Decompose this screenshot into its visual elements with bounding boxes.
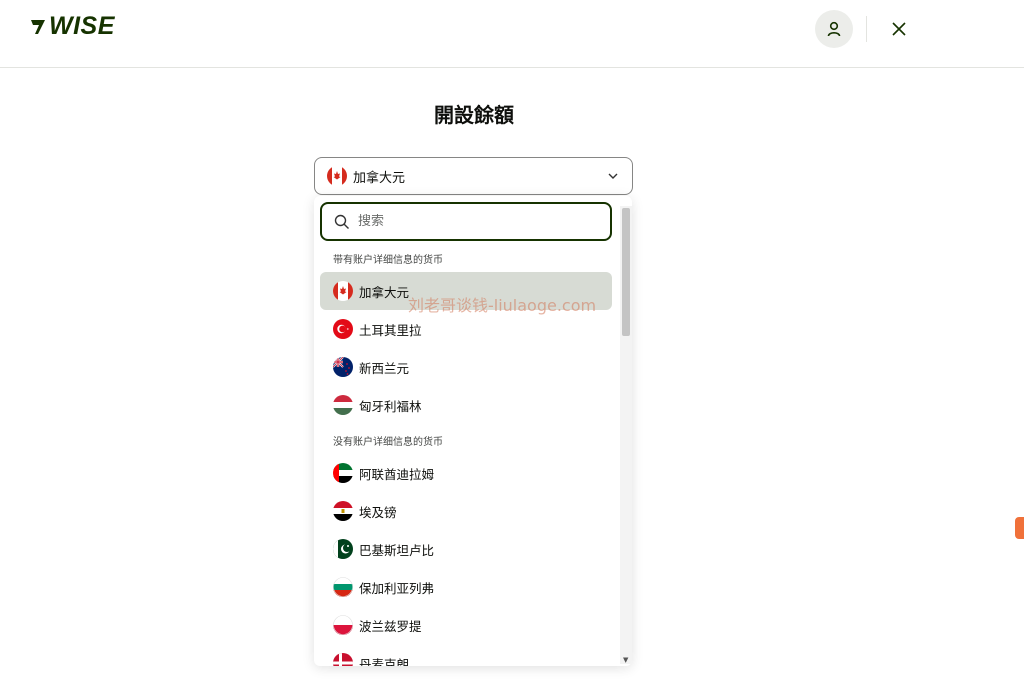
- logo-text: WISE: [49, 12, 115, 40]
- flag-egypt-icon: [333, 501, 353, 521]
- flag-turkey-icon: [333, 319, 353, 339]
- dropdown-scrollbar[interactable]: ▼: [620, 206, 632, 664]
- header-divider: [866, 16, 867, 42]
- currency-option-label: 匈牙利福林: [359, 398, 422, 414]
- group-label-without-details: 没有账户详细信息的货币: [333, 437, 443, 448]
- account-button[interactable]: [815, 10, 853, 48]
- flag-uae-icon: [333, 463, 353, 483]
- flag-poland-icon: [333, 615, 353, 635]
- currency-option-label: 土耳其里拉: [359, 322, 422, 338]
- flag-bulgaria-icon: [333, 577, 353, 597]
- currency-dropdown-panel: 带有账户详细信息的货币 加拿大元 土耳其里拉: [314, 196, 632, 666]
- currency-option-dkk[interactable]: 丹麦克朗: [320, 644, 612, 666]
- search-field[interactable]: [320, 202, 612, 241]
- chevron-down-icon: [608, 173, 618, 179]
- currency-select[interactable]: 加拿大元: [314, 157, 633, 195]
- scroll-down-arrow-icon[interactable]: ▼: [623, 656, 628, 664]
- currency-option-label: 阿联酋迪拉姆: [359, 466, 435, 482]
- currency-option-pkr[interactable]: 巴基斯坦卢比: [320, 530, 612, 568]
- flag-canada-icon: [327, 166, 347, 186]
- search-icon: [334, 214, 349, 229]
- currency-option-pln[interactable]: 波兰兹罗提: [320, 606, 612, 644]
- currency-option-nzd[interactable]: 新西兰元: [320, 348, 612, 386]
- group-label-with-details: 带有账户详细信息的货币: [333, 255, 443, 266]
- flag-denmark-icon: [333, 653, 353, 666]
- currency-option-egp[interactable]: 埃及镑: [320, 492, 612, 530]
- currency-option-label: 丹麦克朗: [359, 656, 410, 667]
- currency-option-aed[interactable]: 阿联酋迪拉姆: [320, 454, 612, 492]
- page-title: 開設餘額: [434, 103, 514, 127]
- flag-new-zealand-icon: [333, 357, 353, 377]
- search-input[interactable]: [358, 214, 578, 229]
- flag-pakistan-icon: [333, 539, 353, 559]
- currency-option-label: 保加利亚列弗: [359, 580, 435, 596]
- currency-select-value: 加拿大元: [353, 170, 406, 186]
- close-button[interactable]: [887, 17, 911, 41]
- scrollbar-thumb[interactable]: [622, 208, 630, 336]
- wise-flag-icon: [31, 19, 45, 34]
- person-icon: [827, 21, 841, 37]
- flag-hungary-icon: [333, 395, 353, 415]
- side-feedback-tab[interactable]: [1015, 517, 1024, 539]
- currency-option-label: 埃及镑: [359, 504, 397, 520]
- currency-option-label: 新西兰元: [359, 360, 410, 376]
- currency-option-label: 巴基斯坦卢比: [359, 542, 435, 558]
- currency-option-label: 加拿大元: [359, 284, 410, 300]
- wise-logo[interactable]: WISE: [29, 12, 115, 41]
- flag-canada-icon: [333, 281, 353, 301]
- currency-option-try[interactable]: 土耳其里拉: [320, 310, 612, 348]
- top-header: WISE: [0, 0, 1024, 68]
- currency-option-label: 波兰兹罗提: [359, 618, 422, 634]
- close-icon: [892, 22, 906, 36]
- currency-option-bgn[interactable]: 保加利亚列弗: [320, 568, 612, 606]
- currency-option-cad[interactable]: 加拿大元: [320, 272, 612, 310]
- currency-option-huf[interactable]: 匈牙利福林: [320, 386, 612, 424]
